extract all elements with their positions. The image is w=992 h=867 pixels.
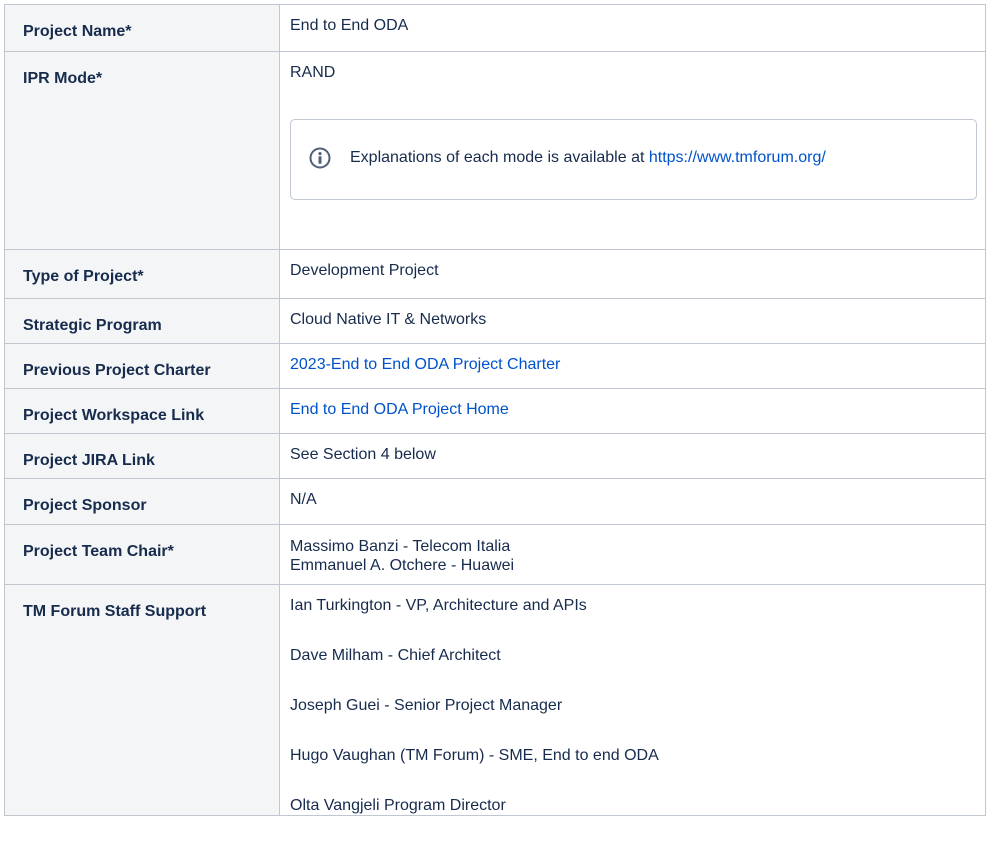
table-row: Project Name* End to End ODA — [4, 4, 986, 52]
jira-link-value: See Section 4 below — [279, 433, 986, 479]
list-item: Joseph Guei - Senior Project Manager — [290, 697, 563, 714]
table-row: Strategic Program Cloud Native IT & Netw… — [4, 298, 986, 344]
row-label: Strategic Program — [4, 298, 280, 344]
strategic-program-value: Cloud Native IT & Networks — [279, 298, 986, 344]
row-label: IPR Mode* — [4, 51, 280, 250]
list-item: Hugo Vaughan (TM Forum) - SME, End to en… — [290, 747, 659, 764]
staff-support-list: Ian Turkington - VP, Architecture and AP… — [290, 597, 985, 815]
table-row: Project Workspace Link End to End ODA Pr… — [4, 388, 986, 434]
type-of-project-value: Development Project — [279, 249, 986, 299]
table-row: Previous Project Charter 2023-End to End… — [4, 343, 986, 389]
team-chair-list: Massimo Banzi - Telecom Italia Emmanuel … — [290, 537, 985, 575]
workspace-link[interactable]: End to End ODA Project Home — [290, 401, 509, 418]
row-label: TM Forum Staff Support — [4, 584, 280, 816]
row-label: Previous Project Charter — [4, 343, 280, 389]
list-item: Dave Milham - Chief Architect — [290, 647, 501, 664]
project-name-value: End to End ODA — [279, 4, 986, 52]
info-panel: Explanations of each mode is available a… — [290, 119, 977, 200]
sponsor-value: N/A — [279, 478, 986, 525]
row-label: Project Name* — [4, 4, 280, 52]
list-item: Emmanuel A. Otchere - Huawei — [290, 557, 515, 574]
table-row: Project Team Chair* Massimo Banzi - Tele… — [4, 524, 986, 585]
ipr-mode-cell: RAND Explanations of each mode is availa… — [279, 51, 986, 250]
info-icon — [309, 147, 331, 168]
info-text: Explanations of each mode is available a… — [350, 149, 826, 167]
staff-support-cell: Ian Turkington - VP, Architecture and AP… — [279, 584, 986, 816]
list-item: Massimo Banzi - Telecom Italia — [290, 538, 511, 555]
row-label: Type of Project* — [4, 249, 280, 299]
project-info-table: Project Name* End to End ODA IPR Mode* R… — [4, 4, 986, 816]
table-row: TM Forum Staff Support Ian Turkington - … — [4, 584, 986, 816]
row-label: Project Workspace Link — [4, 388, 280, 434]
row-label: Project Sponsor — [4, 478, 280, 525]
table-row: Type of Project* Development Project — [4, 249, 986, 299]
previous-charter-link[interactable]: 2023-End to End ODA Project Charter — [290, 356, 560, 373]
info-message: Explanations of each mode is available a… — [350, 148, 649, 166]
team-chair-cell: Massimo Banzi - Telecom Italia Emmanuel … — [279, 524, 986, 585]
tmforum-link[interactable]: https://www.tmforum.org/ — [649, 149, 826, 166]
previous-charter-cell: 2023-End to End ODA Project Charter — [279, 343, 986, 389]
table-row: Project JIRA Link See Section 4 below — [4, 433, 986, 479]
table-row: IPR Mode* RAND Explanations of each mode… — [4, 51, 986, 250]
row-label: Project Team Chair* — [4, 524, 280, 585]
table-row: Project Sponsor N/A — [4, 478, 986, 525]
workspace-link-cell: End to End ODA Project Home — [279, 388, 986, 434]
row-label: Project JIRA Link — [4, 433, 280, 479]
list-item: Olta Vangjeli Program Director — [290, 797, 506, 814]
list-item: Ian Turkington - VP, Architecture and AP… — [290, 597, 587, 614]
ipr-mode-value: RAND — [290, 64, 336, 81]
